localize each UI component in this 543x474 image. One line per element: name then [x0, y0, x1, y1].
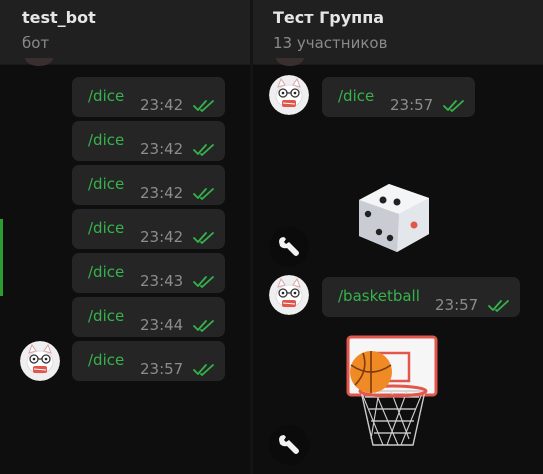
avatar-partial — [25, 58, 53, 66]
message-bubble[interactable]: /dice 23:57 — [72, 341, 225, 381]
wrench-icon[interactable] — [269, 227, 309, 267]
basketball-hoop-sticker[interactable] — [343, 335, 443, 460]
double-check-icon — [193, 187, 215, 201]
double-check-icon — [193, 231, 215, 245]
message-text[interactable]: /dice — [88, 87, 124, 105]
double-check-icon — [193, 143, 215, 157]
message-time: 23:43 — [140, 272, 184, 290]
message-bubble[interactable]: /dice 23:44 — [72, 297, 225, 337]
avatar-partial — [276, 58, 304, 66]
message-time: 23:42 — [140, 96, 184, 114]
double-check-icon — [443, 99, 465, 113]
chat-title: test_bot — [22, 8, 96, 27]
message-bubble[interactable]: /basketball 23:57 — [322, 277, 520, 317]
message-text[interactable]: /basketball — [338, 287, 420, 305]
dice-sticker[interactable] — [353, 180, 433, 254]
chat-header[interactable]: Тест Группа 13 участников — [253, 0, 543, 65]
wrench-icon[interactable] — [269, 425, 309, 465]
message-bubble[interactable]: /dice 23:42 — [72, 165, 225, 205]
message-text[interactable]: /dice — [88, 307, 124, 325]
selection-indicator — [0, 219, 3, 296]
message-text[interactable]: /dice — [88, 219, 124, 237]
message-time: 23:42 — [140, 184, 184, 202]
double-check-icon — [193, 275, 215, 289]
message-text[interactable]: /dice — [88, 263, 124, 281]
chat-title: Тест Группа — [273, 8, 385, 27]
chat-subtitle: 13 участников — [273, 34, 388, 52]
message-bubble[interactable]: /dice 23:42 — [72, 77, 225, 117]
message-time: 23:42 — [140, 140, 184, 158]
chat-pane-test-bot: test_bot бот /dice 23:42 /dice 23:42 /di… — [0, 0, 250, 474]
message-time: 23:57 — [390, 96, 434, 114]
double-check-icon — [193, 99, 215, 113]
message-bubble[interactable]: /dice 23:57 — [322, 77, 475, 117]
chat-header[interactable]: test_bot бот — [0, 0, 250, 65]
cat-avatar[interactable] — [20, 341, 60, 381]
chat-pane-test-group: Тест Группа 13 участников /dice 23:57 /b… — [253, 0, 543, 474]
double-check-icon — [193, 319, 215, 333]
message-time: 23:57 — [435, 296, 479, 314]
message-text[interactable]: /dice — [88, 131, 124, 149]
double-check-icon — [193, 363, 215, 377]
cat-avatar[interactable] — [269, 275, 309, 315]
chat-subtitle: бот — [22, 34, 50, 52]
message-text[interactable]: /dice — [338, 87, 374, 105]
message-time: 23:57 — [140, 360, 184, 378]
message-text[interactable]: /dice — [88, 175, 124, 193]
double-check-icon — [488, 299, 510, 313]
message-bubble[interactable]: /dice 23:43 — [72, 253, 225, 293]
message-time: 23:44 — [140, 316, 184, 334]
cat-avatar[interactable] — [269, 75, 309, 115]
message-text[interactable]: /dice — [88, 351, 124, 369]
message-bubble[interactable]: /dice 23:42 — [72, 209, 225, 249]
message-bubble[interactable]: /dice 23:42 — [72, 121, 225, 161]
message-time: 23:42 — [140, 228, 184, 246]
